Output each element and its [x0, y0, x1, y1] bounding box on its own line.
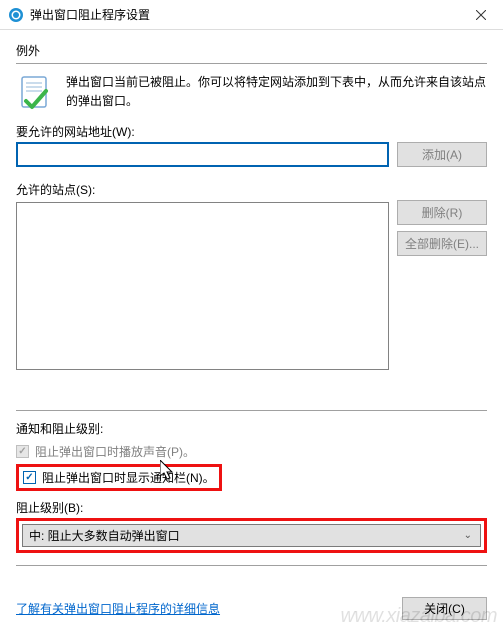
remove-button[interactable]: 删除(R) — [397, 200, 487, 225]
blocking-level-label: 阻止级别(B): — [16, 499, 487, 516]
window-title: 弹出窗口阻止程序设置 — [30, 6, 458, 23]
separator — [16, 63, 487, 65]
add-button[interactable]: 添加(A) — [397, 142, 487, 167]
allowed-sites-label: 允许的站点(S): — [16, 181, 487, 198]
allowed-sites-listbox[interactable] — [16, 202, 389, 370]
play-sound-checkbox: ✓ — [16, 445, 29, 458]
popup-blocker-icon — [8, 7, 24, 23]
show-notification-bar-label: 阻止弹出窗口时显示通知栏(N)。 — [42, 469, 215, 486]
titlebar: 弹出窗口阻止程序设置 — [0, 0, 503, 30]
exceptions-description: 弹出窗口当前已被阻止。你可以将特定网站添加到下表中，从而允许来自该站点的弹出窗口… — [66, 73, 487, 113]
separator — [16, 410, 487, 412]
document-checkmark-icon — [16, 73, 56, 113]
close-button[interactable]: 关闭(C) — [402, 597, 487, 620]
close-window-button[interactable] — [458, 0, 503, 29]
exceptions-header: 例外 — [16, 42, 487, 59]
chevron-down-icon: ⌄ — [464, 530, 480, 541]
separator — [16, 565, 487, 567]
remove-all-button[interactable]: 全部删除(E)... — [397, 231, 487, 256]
website-address-input[interactable] — [16, 142, 389, 167]
highlight-annotation: ✓ 阻止弹出窗口时显示通知栏(N)。 — [16, 464, 222, 491]
play-sound-label: 阻止弹出窗口时播放声音(P)。 — [35, 443, 195, 460]
learn-more-link[interactable]: 了解有关弹出窗口阻止程序的详细信息 — [16, 600, 220, 617]
notifications-header: 通知和阻止级别: — [16, 420, 487, 437]
blocking-level-value: 中: 阻止大多数自动弹出窗口 — [29, 527, 180, 544]
address-label: 要允许的网站地址(W): — [16, 123, 487, 140]
highlight-annotation: 中: 阻止大多数自动弹出窗口 ⌄ — [16, 518, 487, 553]
blocking-level-select[interactable]: 中: 阻止大多数自动弹出窗口 ⌄ — [22, 524, 481, 547]
show-notification-bar-checkbox[interactable]: ✓ — [23, 471, 36, 484]
